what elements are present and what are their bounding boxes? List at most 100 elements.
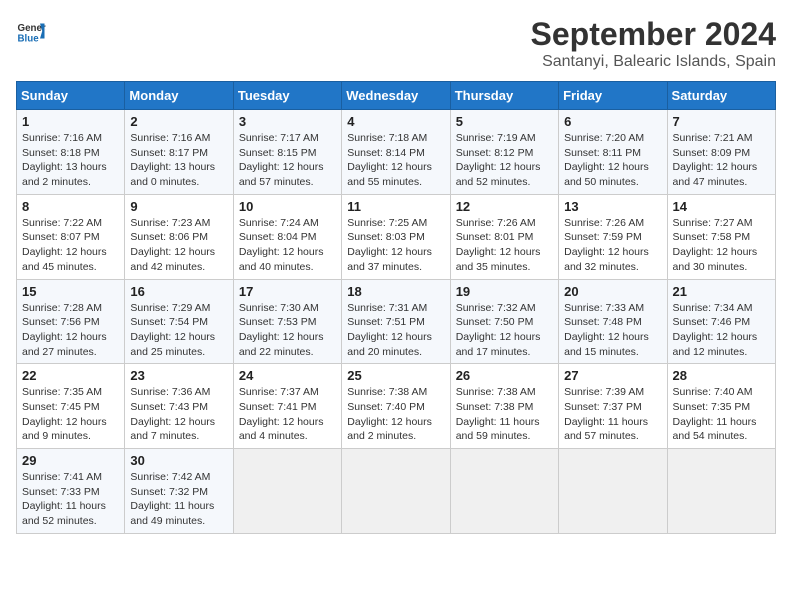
day-number: 7 xyxy=(673,114,770,129)
table-row: 17 Sunrise: 7:30 AM Sunset: 7:53 PM Dayl… xyxy=(233,279,341,364)
logo: General Blue xyxy=(16,16,46,46)
table-row xyxy=(559,449,667,534)
day-number: 13 xyxy=(564,199,661,214)
day-number: 21 xyxy=(673,284,770,299)
day-number: 12 xyxy=(456,199,553,214)
table-row xyxy=(450,449,558,534)
day-info: Sunrise: 7:39 AM Sunset: 7:37 PM Dayligh… xyxy=(564,385,661,444)
day-info: Sunrise: 7:35 AM Sunset: 7:45 PM Dayligh… xyxy=(22,385,119,444)
table-row: 11 Sunrise: 7:25 AM Sunset: 8:03 PM Dayl… xyxy=(342,194,450,279)
col-tuesday: Tuesday xyxy=(233,82,341,110)
col-monday: Monday xyxy=(125,82,233,110)
calendar-week-row: 8 Sunrise: 7:22 AM Sunset: 8:07 PM Dayli… xyxy=(17,194,776,279)
day-info: Sunrise: 7:18 AM Sunset: 8:14 PM Dayligh… xyxy=(347,131,444,190)
day-number: 5 xyxy=(456,114,553,129)
day-info: Sunrise: 7:20 AM Sunset: 8:11 PM Dayligh… xyxy=(564,131,661,190)
day-number: 28 xyxy=(673,368,770,383)
day-number: 2 xyxy=(130,114,227,129)
day-info: Sunrise: 7:38 AM Sunset: 7:40 PM Dayligh… xyxy=(347,385,444,444)
day-info: Sunrise: 7:33 AM Sunset: 7:48 PM Dayligh… xyxy=(564,301,661,360)
table-row xyxy=(342,449,450,534)
col-sunday: Sunday xyxy=(17,82,125,110)
day-info: Sunrise: 7:41 AM Sunset: 7:33 PM Dayligh… xyxy=(22,470,119,529)
table-row xyxy=(233,449,341,534)
logo-icon: General Blue xyxy=(16,16,46,46)
day-number: 23 xyxy=(130,368,227,383)
day-number: 22 xyxy=(22,368,119,383)
day-info: Sunrise: 7:26 AM Sunset: 8:01 PM Dayligh… xyxy=(456,216,553,275)
table-row: 16 Sunrise: 7:29 AM Sunset: 7:54 PM Dayl… xyxy=(125,279,233,364)
day-number: 19 xyxy=(456,284,553,299)
col-thursday: Thursday xyxy=(450,82,558,110)
table-row: 27 Sunrise: 7:39 AM Sunset: 7:37 PM Dayl… xyxy=(559,364,667,449)
table-row: 26 Sunrise: 7:38 AM Sunset: 7:38 PM Dayl… xyxy=(450,364,558,449)
calendar-table: Sunday Monday Tuesday Wednesday Thursday… xyxy=(16,81,776,534)
day-info: Sunrise: 7:30 AM Sunset: 7:53 PM Dayligh… xyxy=(239,301,336,360)
day-number: 1 xyxy=(22,114,119,129)
day-info: Sunrise: 7:22 AM Sunset: 8:07 PM Dayligh… xyxy=(22,216,119,275)
day-info: Sunrise: 7:40 AM Sunset: 7:35 PM Dayligh… xyxy=(673,385,770,444)
table-row: 23 Sunrise: 7:36 AM Sunset: 7:43 PM Dayl… xyxy=(125,364,233,449)
day-number: 26 xyxy=(456,368,553,383)
table-row: 19 Sunrise: 7:32 AM Sunset: 7:50 PM Dayl… xyxy=(450,279,558,364)
day-number: 14 xyxy=(673,199,770,214)
day-number: 17 xyxy=(239,284,336,299)
col-friday: Friday xyxy=(559,82,667,110)
day-info: Sunrise: 7:42 AM Sunset: 7:32 PM Dayligh… xyxy=(130,470,227,529)
table-row: 4 Sunrise: 7:18 AM Sunset: 8:14 PM Dayli… xyxy=(342,110,450,195)
day-info: Sunrise: 7:16 AM Sunset: 8:18 PM Dayligh… xyxy=(22,131,119,190)
table-row: 24 Sunrise: 7:37 AM Sunset: 7:41 PM Dayl… xyxy=(233,364,341,449)
day-number: 16 xyxy=(130,284,227,299)
page-subtitle: Santanyi, Balearic Islands, Spain xyxy=(531,53,776,71)
calendar-header-row: Sunday Monday Tuesday Wednesday Thursday… xyxy=(17,82,776,110)
day-number: 24 xyxy=(239,368,336,383)
title-block: September 2024 Santanyi, Balearic Island… xyxy=(531,16,776,71)
day-info: Sunrise: 7:28 AM Sunset: 7:56 PM Dayligh… xyxy=(22,301,119,360)
day-info: Sunrise: 7:34 AM Sunset: 7:46 PM Dayligh… xyxy=(673,301,770,360)
table-row: 5 Sunrise: 7:19 AM Sunset: 8:12 PM Dayli… xyxy=(450,110,558,195)
day-number: 11 xyxy=(347,199,444,214)
day-info: Sunrise: 7:16 AM Sunset: 8:17 PM Dayligh… xyxy=(130,131,227,190)
day-number: 15 xyxy=(22,284,119,299)
day-info: Sunrise: 7:27 AM Sunset: 7:58 PM Dayligh… xyxy=(673,216,770,275)
table-row: 22 Sunrise: 7:35 AM Sunset: 7:45 PM Dayl… xyxy=(17,364,125,449)
table-row: 2 Sunrise: 7:16 AM Sunset: 8:17 PM Dayli… xyxy=(125,110,233,195)
table-row: 7 Sunrise: 7:21 AM Sunset: 8:09 PM Dayli… xyxy=(667,110,775,195)
table-row: 6 Sunrise: 7:20 AM Sunset: 8:11 PM Dayli… xyxy=(559,110,667,195)
day-number: 4 xyxy=(347,114,444,129)
day-info: Sunrise: 7:31 AM Sunset: 7:51 PM Dayligh… xyxy=(347,301,444,360)
table-row: 1 Sunrise: 7:16 AM Sunset: 8:18 PM Dayli… xyxy=(17,110,125,195)
table-row: 20 Sunrise: 7:33 AM Sunset: 7:48 PM Dayl… xyxy=(559,279,667,364)
day-info: Sunrise: 7:23 AM Sunset: 8:06 PM Dayligh… xyxy=(130,216,227,275)
day-number: 30 xyxy=(130,453,227,468)
table-row xyxy=(667,449,775,534)
day-info: Sunrise: 7:21 AM Sunset: 8:09 PM Dayligh… xyxy=(673,131,770,190)
table-row: 3 Sunrise: 7:17 AM Sunset: 8:15 PM Dayli… xyxy=(233,110,341,195)
day-number: 6 xyxy=(564,114,661,129)
table-row: 9 Sunrise: 7:23 AM Sunset: 8:06 PM Dayli… xyxy=(125,194,233,279)
table-row: 14 Sunrise: 7:27 AM Sunset: 7:58 PM Dayl… xyxy=(667,194,775,279)
day-number: 20 xyxy=(564,284,661,299)
day-info: Sunrise: 7:17 AM Sunset: 8:15 PM Dayligh… xyxy=(239,131,336,190)
table-row: 28 Sunrise: 7:40 AM Sunset: 7:35 PM Dayl… xyxy=(667,364,775,449)
day-info: Sunrise: 7:38 AM Sunset: 7:38 PM Dayligh… xyxy=(456,385,553,444)
day-number: 3 xyxy=(239,114,336,129)
calendar-week-row: 1 Sunrise: 7:16 AM Sunset: 8:18 PM Dayli… xyxy=(17,110,776,195)
table-row: 8 Sunrise: 7:22 AM Sunset: 8:07 PM Dayli… xyxy=(17,194,125,279)
page-title: September 2024 xyxy=(531,16,776,53)
table-row: 12 Sunrise: 7:26 AM Sunset: 8:01 PM Dayl… xyxy=(450,194,558,279)
table-row: 18 Sunrise: 7:31 AM Sunset: 7:51 PM Dayl… xyxy=(342,279,450,364)
day-info: Sunrise: 7:19 AM Sunset: 8:12 PM Dayligh… xyxy=(456,131,553,190)
day-number: 10 xyxy=(239,199,336,214)
table-row: 21 Sunrise: 7:34 AM Sunset: 7:46 PM Dayl… xyxy=(667,279,775,364)
day-info: Sunrise: 7:37 AM Sunset: 7:41 PM Dayligh… xyxy=(239,385,336,444)
day-info: Sunrise: 7:24 AM Sunset: 8:04 PM Dayligh… xyxy=(239,216,336,275)
day-number: 25 xyxy=(347,368,444,383)
svg-text:Blue: Blue xyxy=(18,34,40,45)
col-wednesday: Wednesday xyxy=(342,82,450,110)
col-saturday: Saturday xyxy=(667,82,775,110)
day-info: Sunrise: 7:26 AM Sunset: 7:59 PM Dayligh… xyxy=(564,216,661,275)
day-info: Sunrise: 7:25 AM Sunset: 8:03 PM Dayligh… xyxy=(347,216,444,275)
calendar-week-row: 22 Sunrise: 7:35 AM Sunset: 7:45 PM Dayl… xyxy=(17,364,776,449)
day-info: Sunrise: 7:32 AM Sunset: 7:50 PM Dayligh… xyxy=(456,301,553,360)
